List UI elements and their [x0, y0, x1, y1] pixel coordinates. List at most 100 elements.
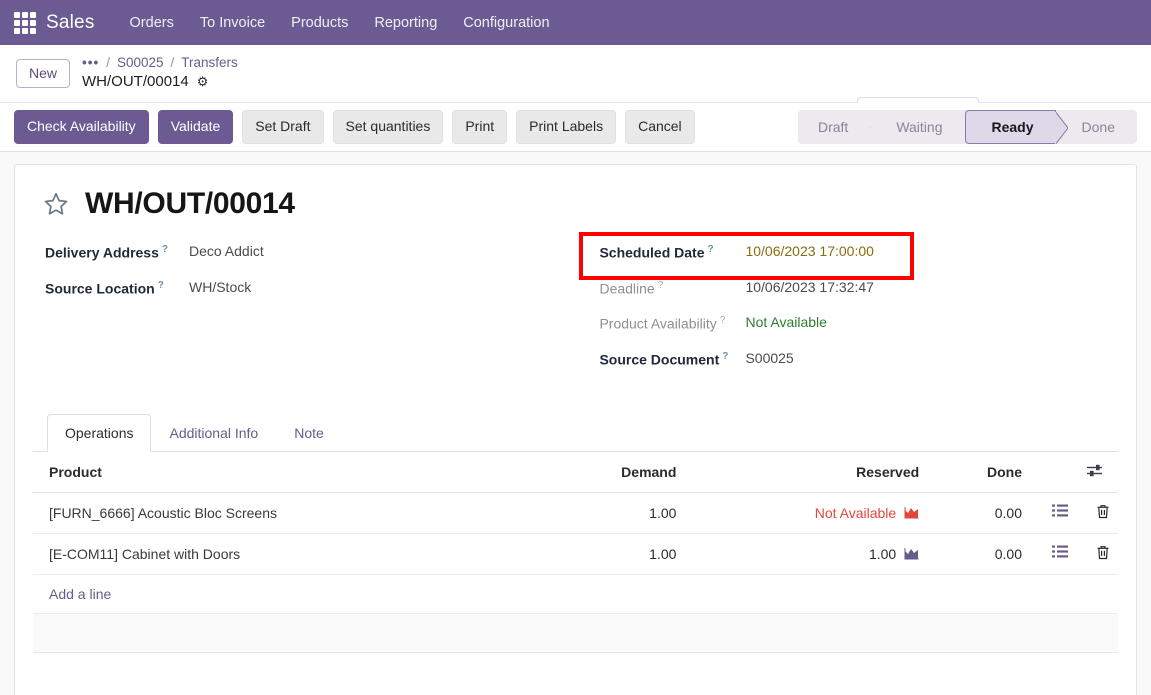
field-delivery-address-value[interactable]: Deco Addict — [189, 243, 264, 259]
cell-done[interactable]: 0.00 — [927, 492, 1030, 534]
trash-icon[interactable] — [1096, 545, 1110, 560]
form-column-right: Scheduled Date? 10/06/2023 17:00:00 Dead… — [579, 232, 1118, 386]
status-stage-draft[interactable]: Draft — [798, 110, 870, 144]
menu-item-orders[interactable]: Orders — [117, 9, 187, 37]
table-empty-filler-row — [33, 613, 1118, 653]
operations-lines-table: Product Demand Reserved Done [FURN_6666]… — [33, 451, 1118, 575]
set-quantities-button[interactable]: Set quantities — [332, 110, 444, 144]
column-header-reserved: Reserved — [684, 451, 928, 493]
help-icon[interactable]: ? — [158, 280, 164, 291]
cell-product[interactable]: [FURN_6666] Acoustic Bloc Screens — [33, 492, 541, 534]
area-chart-icon[interactable] — [904, 506, 919, 519]
sliders-icon — [1086, 464, 1103, 481]
help-icon[interactable]: ? — [720, 315, 726, 326]
column-header-done: Done — [927, 451, 1030, 493]
table-row[interactable]: [FURN_6666] Acoustic Bloc Screens 1.00 N… — [33, 492, 1118, 534]
cell-demand[interactable]: 1.00 — [540, 492, 685, 534]
field-source-location-value[interactable]: WH/Stock — [189, 279, 251, 295]
gear-icon[interactable]: ⚙ — [197, 74, 209, 90]
breadcrumb-separator-1: / — [106, 55, 110, 71]
validate-button[interactable]: Validate — [157, 110, 234, 144]
list-icon[interactable] — [1052, 504, 1068, 518]
cell-delete-row[interactable] — [1076, 533, 1118, 575]
print-labels-button[interactable]: Print Labels — [516, 110, 617, 144]
app-brand-sales[interactable]: Sales — [46, 12, 95, 34]
page-title: WH/OUT/00014 — [85, 187, 295, 220]
cell-reserved[interactable]: 1.00 — [684, 533, 928, 575]
cell-demand[interactable]: 1.00 — [540, 533, 685, 575]
status-stage-waiting-label: Waiting — [896, 119, 943, 135]
apps-grid-icon[interactable] — [14, 11, 36, 34]
table-header-row: Product Demand Reserved Done — [33, 451, 1118, 493]
optional-columns-toggle[interactable] — [1076, 451, 1118, 493]
check-availability-button[interactable]: Check Availability — [14, 110, 149, 144]
trash-icon[interactable] — [1096, 504, 1110, 519]
table-row[interactable]: [E-COM11] Cabinet with Doors 1.00 1.00 0… — [33, 533, 1118, 575]
star-outline-icon[interactable] — [43, 191, 69, 217]
status-stage-done[interactable]: Done — [1056, 110, 1137, 144]
status-bar: Draft Waiting Ready Done — [797, 110, 1137, 144]
menu-item-configuration[interactable]: Configuration — [450, 9, 562, 37]
cell-detailed-operations[interactable] — [1030, 533, 1076, 575]
cell-delete-row[interactable] — [1076, 492, 1118, 534]
menu-item-products[interactable]: Products — [278, 9, 361, 37]
cell-reserved[interactable]: Not Available — [684, 492, 928, 534]
status-stage-waiting[interactable]: Waiting — [870, 110, 964, 144]
help-icon[interactable]: ? — [707, 244, 713, 255]
field-source-document: Source Document? S00025 — [599, 350, 1118, 368]
breadcrumb-overflow-icon[interactable]: ••• — [82, 55, 99, 72]
control-panel-breadcrumb-row: New ••• / S00025 / Transfers WH/OUT/0001… — [0, 45, 1151, 133]
cell-done[interactable]: 0.00 — [927, 533, 1030, 575]
notebook-tabs: Operations Additional Info Note — [33, 413, 1118, 452]
breadcrumb-current-record: WH/OUT/00014 ⚙ — [82, 73, 238, 92]
tab-operations[interactable]: Operations — [47, 413, 152, 452]
control-panel-action-row: Check Availability Validate Set Draft Se… — [0, 103, 1151, 152]
field-source-location: Source Location? WH/Stock — [45, 279, 599, 297]
field-scheduled-date-value[interactable]: 10/06/2023 17:00:00 — [745, 243, 873, 259]
form-fields: Delivery Address? Deco Addict Source Loc… — [33, 232, 1118, 386]
breadcrumb-current-label: WH/OUT/00014 — [82, 73, 189, 91]
print-button[interactable]: Print — [452, 110, 508, 144]
table-header: Product Demand Reserved Done — [33, 451, 1118, 493]
area-chart-icon[interactable] — [904, 547, 919, 560]
new-button[interactable]: New — [16, 59, 71, 88]
cell-product[interactable]: [E-COM11] Cabinet with Doors — [33, 533, 541, 575]
breadcrumb-item-transfers[interactable]: Transfers — [181, 55, 238, 72]
menu-item-reporting[interactable]: Reporting — [361, 9, 450, 37]
add-a-line-button[interactable]: Add a line — [33, 575, 1118, 614]
field-deadline: Deadline? 10/06/2023 17:32:47 — [599, 279, 1118, 297]
tab-note[interactable]: Note — [276, 414, 342, 452]
record-title-row: WH/OUT/00014 — [43, 187, 1118, 221]
breadcrumb-separator-2: / — [170, 55, 175, 71]
cell-detailed-operations[interactable] — [1030, 492, 1076, 534]
menu-item-to-invoice[interactable]: To Invoice — [187, 9, 278, 37]
field-source-document-label: Source Document? — [599, 350, 729, 368]
breadcrumb-item-s00025[interactable]: S00025 — [117, 55, 164, 72]
help-icon[interactable]: ? — [658, 280, 664, 291]
form-sheet: WH/OUT/00014 Delivery Address? Deco Addi… — [14, 164, 1137, 695]
status-stage-ready[interactable]: Ready — [964, 110, 1068, 144]
field-product-availability: Product Availability? Not Available — [599, 314, 1118, 332]
top-navbar: Sales Orders To Invoice Products Reporti… — [0, 0, 1151, 45]
form-column-left: Delivery Address? Deco Addict Source Loc… — [45, 243, 599, 386]
notebook: Operations Additional Info Note Product … — [33, 413, 1118, 653]
tab-additional-info[interactable]: Additional Info — [151, 414, 276, 452]
field-source-document-value[interactable]: S00025 — [745, 350, 793, 366]
cancel-button[interactable]: Cancel — [625, 110, 695, 144]
status-stage-done-label: Done — [1081, 119, 1115, 135]
field-delivery-address-label: Delivery Address? — [45, 244, 168, 261]
help-icon[interactable]: ? — [722, 351, 728, 362]
column-header-demand: Demand — [540, 451, 685, 493]
field-deadline-label: Deadline? — [599, 279, 664, 297]
list-icon[interactable] — [1052, 545, 1068, 559]
table-body: [FURN_6666] Acoustic Bloc Screens 1.00 N… — [33, 492, 1118, 575]
status-stage-ready-label: Ready — [991, 119, 1034, 135]
field-delivery-address: Delivery Address? Deco Addict — [45, 243, 599, 261]
field-source-location-label: Source Location? — [45, 279, 164, 297]
cell-reserved-value: 1.00 — [868, 545, 897, 562]
status-active-arrow-icon — [1054, 111, 1068, 144]
set-draft-button[interactable]: Set Draft — [242, 110, 324, 144]
help-icon[interactable]: ? — [162, 244, 168, 255]
field-scheduled-date-label: Scheduled Date? — [599, 244, 714, 261]
status-stage-draft-label: Draft — [817, 119, 849, 135]
